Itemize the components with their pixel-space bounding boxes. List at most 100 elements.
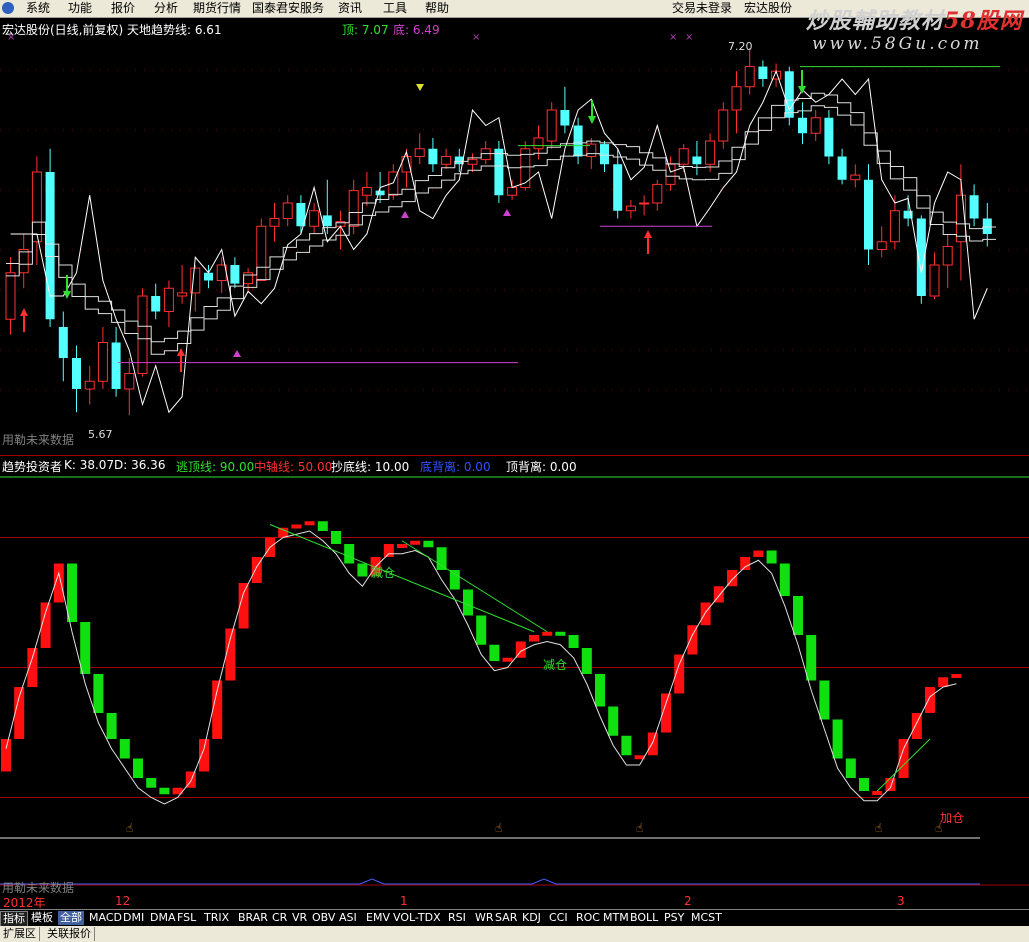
kd-bar-72 <box>951 674 962 678</box>
tab-emv[interactable]: EMV <box>364 911 392 925</box>
kd-bar-64 <box>845 758 856 778</box>
candle-body-23 <box>309 210 320 227</box>
kd-bar-41 <box>542 631 553 636</box>
tab-dma[interactable]: DMA <box>148 911 178 925</box>
candle-body-67 <box>889 210 900 243</box>
kd-bar-53 <box>700 602 711 626</box>
tab-vr[interactable]: VR <box>290 911 309 925</box>
tab-vol-tdx[interactable]: VOL-TDX <box>391 911 443 925</box>
candle-body-49 <box>652 183 663 204</box>
kd-bar-42 <box>555 631 566 636</box>
kd-bar-23 <box>304 521 315 526</box>
tab-全部[interactable]: 全部 <box>58 911 84 925</box>
candle-body-43 <box>573 125 583 157</box>
candle-body-31 <box>414 148 425 157</box>
kd-bar-7 <box>93 674 104 713</box>
candle-body-26 <box>348 190 359 227</box>
kd-bar-45 <box>595 674 605 707</box>
candle-body-2 <box>31 171 42 243</box>
tab-sar[interactable]: SAR <box>493 911 519 925</box>
candle-body-19 <box>256 225 267 281</box>
kd-bar-30 <box>397 544 407 548</box>
axis-month-2: 2 <box>684 894 692 908</box>
kd-bar-33 <box>436 547 447 570</box>
kd-bar-57 <box>753 550 764 557</box>
candle-body-41 <box>546 109 557 142</box>
candle-body-9 <box>124 373 135 390</box>
bottom-line-value: 抄底线: 10.00 <box>331 460 410 474</box>
high-price-mark: 7.20 <box>728 40 753 53</box>
candle-body-66 <box>876 241 887 250</box>
buy-arrow-3-head <box>644 230 652 238</box>
kd-bar-71 <box>938 677 949 687</box>
tab-指标[interactable]: 指标 <box>0 911 28 927</box>
kd-bar-70 <box>925 687 935 713</box>
kd-bar-0 <box>1 739 11 772</box>
low-price-mark: 5.67 <box>88 428 113 441</box>
axis-month-12: 12 <box>115 894 131 908</box>
tab-mcst[interactable]: MCST <box>689 911 724 925</box>
blue-subline <box>0 878 980 885</box>
tab-obv[interactable]: OBV <box>310 911 337 925</box>
tab-cr[interactable]: CR <box>270 911 289 925</box>
candle-body-21 <box>282 202 293 219</box>
kd-bar-15 <box>199 739 209 772</box>
candle-body-48 <box>639 202 650 205</box>
candle-body-74 <box>982 218 992 234</box>
bottom-divergence-value: 底背离: 0.00 <box>420 460 491 474</box>
tab-boll[interactable]: BOLL <box>628 911 660 925</box>
candle-body-24 <box>322 215 332 227</box>
candle-body-40 <box>533 137 544 150</box>
tab-asi[interactable]: ASI <box>337 911 359 925</box>
candle-body-55 <box>731 86 742 111</box>
tab-mtm[interactable]: MTM <box>601 911 631 925</box>
linked-quote-button[interactable]: 关联报价 <box>44 927 95 941</box>
kd-bar-34 <box>449 570 460 590</box>
date-axis: 2012年 12 1 2 3 <box>0 893 1029 910</box>
kd-bar-56 <box>740 557 751 570</box>
tab-dmi[interactable]: DMI <box>121 911 146 925</box>
kd-bar-47 <box>621 735 632 756</box>
white-oscillator-line <box>10 69 988 414</box>
hand-marker-0: ☝ <box>126 821 133 835</box>
candle-body-17 <box>230 265 240 284</box>
reduce-signal-2: 减仓 <box>543 658 568 672</box>
kd-bar-43 <box>568 635 579 648</box>
candle-body-35 <box>467 159 478 165</box>
candle-body-3 <box>45 172 55 320</box>
candle-body-7 <box>97 342 108 382</box>
triangle-marker-2 <box>503 209 511 216</box>
tab-cci[interactable]: CCI <box>547 911 570 925</box>
tab-psy[interactable]: PSY <box>662 911 686 925</box>
extension-area-button[interactable]: 扩展区 <box>0 927 40 941</box>
kd-bar-59 <box>779 563 790 596</box>
hand-marker-2: ☝ <box>636 821 643 835</box>
tab-macd[interactable]: MACD <box>87 911 124 925</box>
candle-body-45 <box>600 144 609 165</box>
tab-roc[interactable]: ROC <box>574 911 602 925</box>
candle-body-1 <box>18 249 29 274</box>
tab-fsl[interactable]: FSL <box>175 911 198 925</box>
status-bar: 扩展区 关联报价 <box>0 926 1029 942</box>
candle-body-56 <box>744 66 755 88</box>
candle-body-10 <box>137 295 148 374</box>
candle-body-57 <box>758 66 768 79</box>
candle-body-52 <box>692 156 702 165</box>
kd-bar-22 <box>291 524 302 529</box>
kd-bar-49 <box>647 732 658 756</box>
tab-模板[interactable]: 模板 <box>29 911 55 925</box>
candle-body-60 <box>798 117 807 134</box>
tab-trix[interactable]: TRIX <box>202 911 231 925</box>
kd-bar-58 <box>766 550 777 564</box>
tab-rsi[interactable]: RSI <box>446 911 468 925</box>
reduce-signal-1: 减仓 <box>371 566 396 580</box>
kd-bar-38 <box>502 657 513 662</box>
candle-body-8 <box>111 342 121 389</box>
tab-kdj[interactable]: KDJ <box>520 911 543 925</box>
indicator-tabs: 指标 模板 全部 MACD DMI DMA FSL TRIX BRAR CR VR OBV ASI EMV… <box>0 909 1029 927</box>
kd-bar-44 <box>581 648 592 674</box>
kd-bar-1 <box>14 687 25 739</box>
candle-body-6 <box>84 380 95 390</box>
tab-brar[interactable]: BRAR <box>236 911 270 925</box>
candle-body-53 <box>705 140 716 165</box>
